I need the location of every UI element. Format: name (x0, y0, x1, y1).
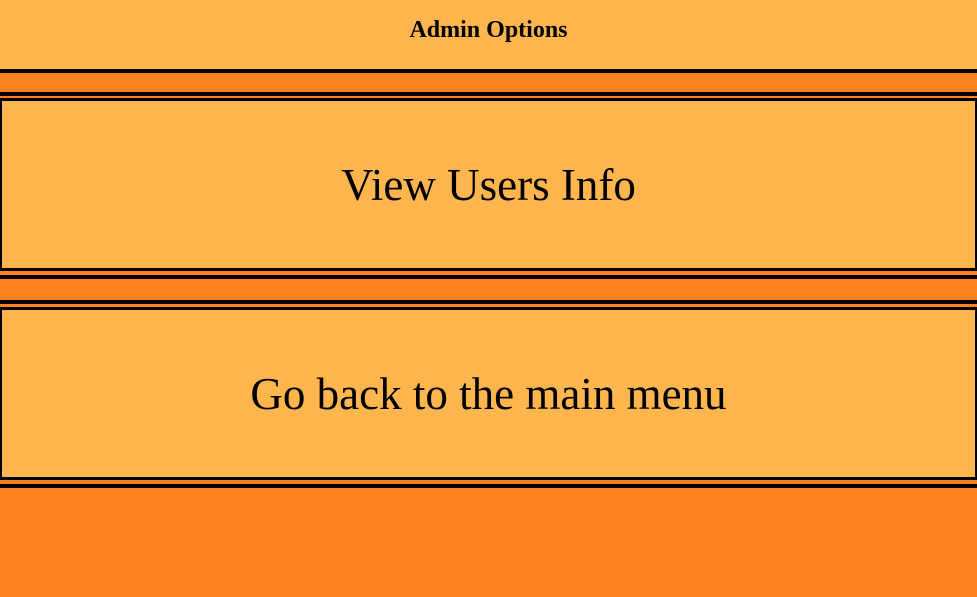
header-bar: Admin Options (0, 0, 977, 70)
divider (0, 92, 977, 96)
view-users-info-button[interactable]: View Users Info (0, 101, 977, 268)
view-users-info-label: View Users Info (341, 159, 636, 210)
main-menu-label: Go back to the main menu (250, 368, 727, 419)
divider (0, 477, 977, 480)
divider (0, 275, 977, 279)
divider (0, 268, 977, 271)
divider (0, 69, 977, 73)
admin-options-page: Admin Options View Users Info Go back to… (0, 0, 977, 597)
main-menu-button[interactable]: Go back to the main menu (0, 310, 977, 477)
divider (0, 484, 977, 488)
divider (0, 300, 977, 304)
page-title: Admin Options (409, 17, 568, 43)
